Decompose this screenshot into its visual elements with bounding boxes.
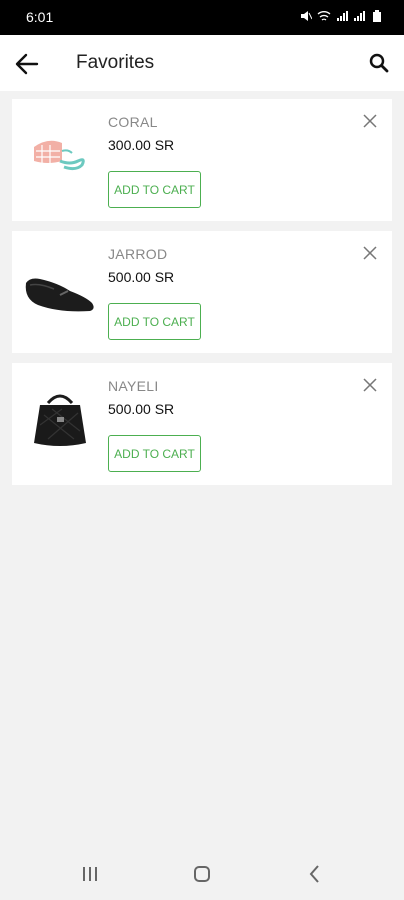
close-icon[interactable] bbox=[362, 245, 378, 261]
item-price: 500.00 SR bbox=[108, 269, 175, 285]
add-to-cart-button[interactable]: ADD TO CART bbox=[108, 171, 201, 208]
add-to-cart-button[interactable]: ADD TO CART bbox=[108, 435, 201, 472]
item-price: 300.00 SR bbox=[108, 137, 175, 153]
bag-icon bbox=[34, 140, 85, 171]
close-icon[interactable] bbox=[362, 377, 378, 393]
item-name: CORAL bbox=[108, 114, 158, 130]
favorite-item: JARROD 500.00 SR ADD TO CART bbox=[12, 231, 392, 353]
page-title: Favorites bbox=[76, 52, 155, 73]
status-bar: 6:01 bbox=[0, 0, 404, 35]
loafer-icon bbox=[25, 278, 94, 312]
close-icon[interactable] bbox=[362, 113, 378, 129]
signal-4g-icon bbox=[354, 11, 365, 21]
home-icon[interactable] bbox=[190, 862, 214, 886]
status-icons bbox=[300, 10, 382, 22]
item-price: 500.00 SR bbox=[108, 401, 175, 417]
app-bar: Favorites bbox=[0, 35, 404, 91]
favorites-list: CORAL 300.00 SR ADD TO CART JARROD 500.0… bbox=[12, 99, 392, 495]
wifi-icon bbox=[317, 11, 331, 21]
handbag-icon bbox=[34, 394, 86, 446]
back-icon[interactable] bbox=[303, 862, 327, 886]
search-icon[interactable] bbox=[368, 52, 390, 74]
favorite-item: NAYELI 500.00 SR ADD TO CART bbox=[12, 363, 392, 485]
recent-apps-icon[interactable] bbox=[78, 862, 102, 886]
add-to-cart-button[interactable]: ADD TO CART bbox=[108, 303, 201, 340]
battery-icon bbox=[373, 10, 381, 22]
item-name: NAYELI bbox=[108, 378, 159, 394]
signal-icon bbox=[337, 11, 348, 21]
favorite-item: CORAL 300.00 SR ADD TO CART bbox=[12, 99, 392, 221]
item-name: JARROD bbox=[108, 246, 168, 262]
mute-icon bbox=[301, 11, 312, 21]
status-time: 6:01 bbox=[26, 9, 54, 25]
arrow-left-icon[interactable] bbox=[14, 51, 40, 77]
system-nav-bar bbox=[0, 848, 404, 900]
